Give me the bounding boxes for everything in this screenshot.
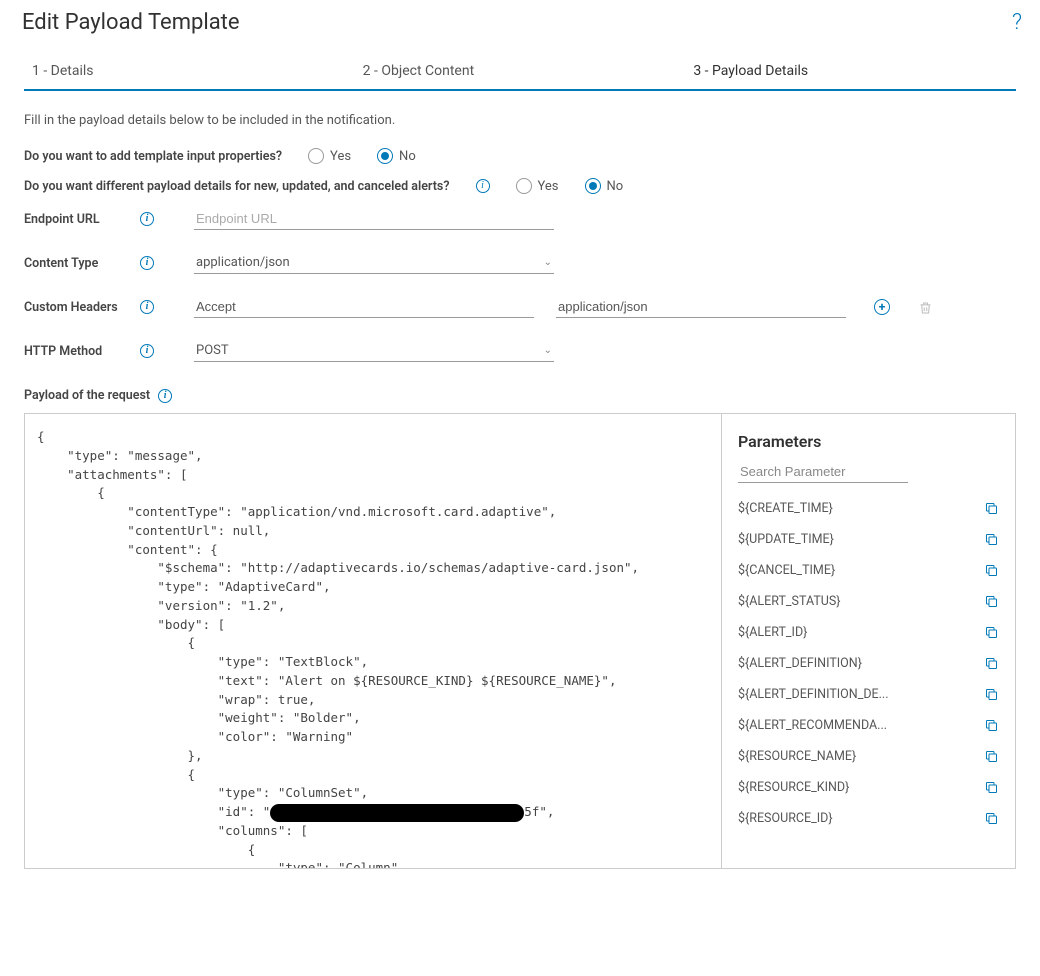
- parameter-name: ${CANCEL_TIME}: [738, 563, 835, 578]
- content-type-label: Content Type: [24, 256, 98, 271]
- copy-icon[interactable]: [984, 718, 999, 733]
- parameter-name: ${RESOURCE_ID}: [738, 811, 833, 826]
- copy-icon[interactable]: [984, 563, 999, 578]
- parameter-row: ${ALERT_DEFINITION_DE...: [738, 687, 999, 702]
- parameter-row: ${CREATE_TIME}: [738, 501, 999, 516]
- parameter-name: ${ALERT_DEFINITION_DE...: [738, 687, 889, 702]
- radio-label: No: [399, 149, 416, 164]
- copy-icon[interactable]: [984, 687, 999, 702]
- parameter-row: ${ALERT_ID}: [738, 625, 999, 640]
- http-method-select[interactable]: POST ⌄: [194, 340, 554, 362]
- copy-icon[interactable]: [984, 656, 999, 671]
- radio-icon: [308, 148, 324, 164]
- http-method-value: POST: [196, 343, 229, 358]
- question-template-inputs: Do you want to add template input proper…: [24, 149, 282, 164]
- copy-icon[interactable]: [984, 532, 999, 547]
- parameter-name: ${CREATE_TIME}: [738, 501, 833, 516]
- info-icon[interactable]: i: [158, 389, 172, 403]
- parameter-name: ${ALERT_RECOMMENDA...: [738, 718, 887, 733]
- payload-editor[interactable]: { "type": "message", "attachments": [ { …: [25, 414, 721, 868]
- radio-label: Yes: [538, 179, 559, 194]
- radio-q1-no[interactable]: No: [377, 148, 416, 164]
- parameter-row: ${ALERT_DEFINITION}: [738, 656, 999, 671]
- info-icon[interactable]: i: [140, 344, 154, 358]
- plus-icon: +: [874, 299, 890, 315]
- radio-icon: [516, 178, 532, 194]
- redacted-text: [270, 804, 524, 822]
- copy-icon[interactable]: [984, 780, 999, 795]
- info-icon[interactable]: i: [140, 256, 154, 270]
- parameter-row: ${UPDATE_TIME}: [738, 532, 999, 547]
- parameter-name: ${ALERT_ID}: [738, 625, 807, 640]
- parameter-row: ${RESOURCE_ID}: [738, 811, 999, 826]
- parameter-name: ${ALERT_STATUS}: [738, 594, 841, 609]
- parameters-panel: Parameters ${CREATE_TIME} ${UPDATE_TIME} $…: [721, 414, 1015, 868]
- parameter-row: ${ALERT_STATUS}: [738, 594, 999, 609]
- question-different-details: Do you want different payload details fo…: [24, 179, 450, 194]
- header-key-input[interactable]: [194, 296, 534, 318]
- radio-icon: [585, 178, 601, 194]
- help-icon[interactable]: ?: [1012, 10, 1022, 35]
- endpoint-url-input[interactable]: [194, 208, 554, 230]
- radio-label: Yes: [330, 149, 351, 164]
- custom-headers-label: Custom Headers: [24, 300, 118, 315]
- trash-icon: [918, 300, 932, 315]
- endpoint-url-label: Endpoint URL: [24, 212, 100, 227]
- copy-icon[interactable]: [984, 811, 999, 826]
- parameter-name: ${UPDATE_TIME}: [738, 532, 834, 547]
- tab-payload-details[interactable]: 3 - Payload Details: [685, 53, 1016, 89]
- radio-q1-yes[interactable]: Yes: [308, 148, 351, 164]
- radio-icon: [377, 148, 393, 164]
- payload-request-label: Payload of the request: [24, 388, 150, 403]
- parameter-row: ${CANCEL_TIME}: [738, 563, 999, 578]
- radio-label: No: [607, 179, 624, 194]
- add-header-button[interactable]: +: [874, 299, 890, 315]
- parameter-name: ${RESOURCE_KIND}: [738, 780, 849, 795]
- info-icon[interactable]: i: [140, 212, 154, 226]
- parameter-row: ${RESOURCE_KIND}: [738, 780, 999, 795]
- parameter-name: ${ALERT_DEFINITION}: [738, 656, 862, 671]
- info-icon[interactable]: i: [476, 179, 490, 193]
- radio-q2-yes[interactable]: Yes: [516, 178, 559, 194]
- delete-header-button[interactable]: [918, 300, 932, 315]
- chevron-down-icon: ⌄: [544, 257, 552, 268]
- radio-q2-no[interactable]: No: [585, 178, 624, 194]
- wizard-tabs: 1 - Details 2 - Object Content 3 - Paylo…: [24, 53, 1016, 91]
- copy-icon[interactable]: [984, 625, 999, 640]
- content-type-value: application/json: [196, 255, 290, 270]
- page-title: Edit Payload Template: [18, 10, 240, 35]
- intro-text: Fill in the payload details below to be …: [24, 113, 1016, 128]
- info-icon[interactable]: i: [140, 300, 154, 314]
- http-method-label: HTTP Method: [24, 344, 102, 359]
- copy-icon[interactable]: [984, 501, 999, 516]
- parameter-name: ${RESOURCE_NAME}: [738, 749, 856, 764]
- copy-icon[interactable]: [984, 594, 999, 609]
- copy-icon[interactable]: [984, 749, 999, 764]
- header-value-input[interactable]: [556, 296, 846, 318]
- parameter-row: ${ALERT_RECOMMENDA...: [738, 718, 999, 733]
- chevron-down-icon: ⌄: [544, 345, 552, 356]
- content-type-select[interactable]: application/json ⌄: [194, 252, 554, 274]
- parameters-title: Parameters: [738, 432, 999, 451]
- search-parameter-input[interactable]: [738, 461, 908, 483]
- parameter-row: ${RESOURCE_NAME}: [738, 749, 999, 764]
- tab-object-content[interactable]: 2 - Object Content: [355, 53, 686, 89]
- tab-details[interactable]: 1 - Details: [24, 53, 355, 89]
